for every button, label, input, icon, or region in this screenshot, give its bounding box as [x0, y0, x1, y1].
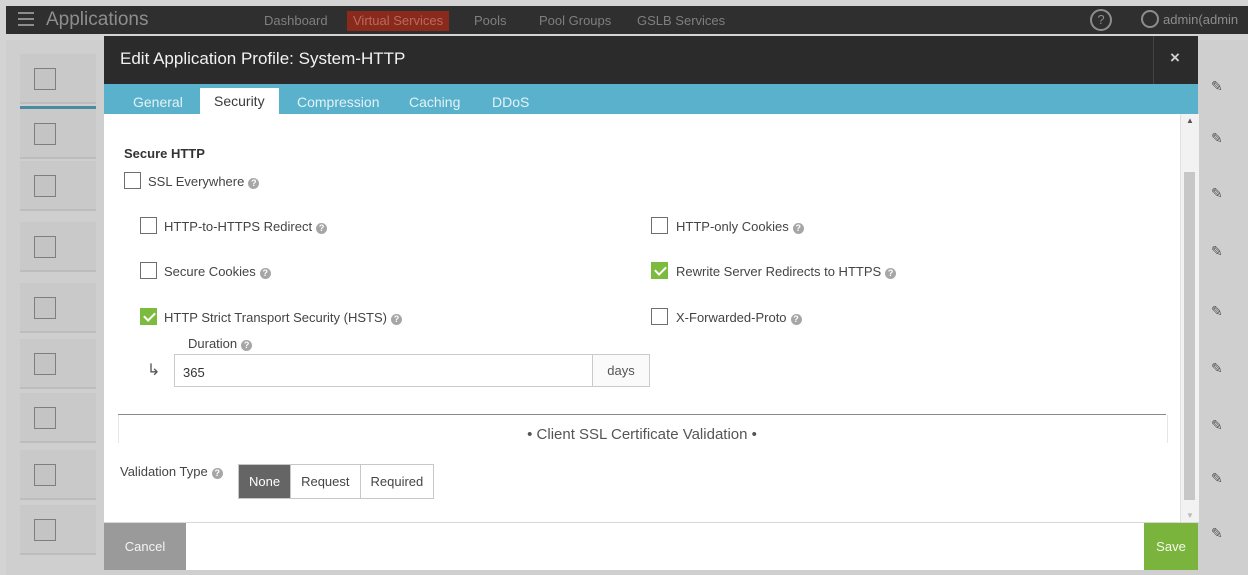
cancel-button[interactable]: Cancel — [104, 523, 186, 570]
hsts-checkbox[interactable] — [140, 308, 157, 325]
row-checkbox[interactable] — [34, 123, 56, 145]
rewrite-server-redirects-label: Rewrite Server Redirects to HTTPS? — [676, 264, 897, 279]
duration-input[interactable]: 365 — [174, 354, 650, 387]
list-row — [20, 450, 96, 500]
http-to-https-redirect-label: HTTP-to-HTTPS Redirect? — [164, 219, 328, 234]
edit-pencil-icon[interactable]: ✎ — [1211, 78, 1223, 94]
tab-general[interactable]: General — [133, 94, 183, 110]
user-avatar-icon[interactable] — [1141, 10, 1159, 28]
help-icon[interactable]: ? — [792, 223, 804, 234]
row-checkbox[interactable] — [34, 236, 56, 258]
http-only-cookies-label: HTTP-only Cookies? — [676, 219, 804, 234]
validation-type-label: Validation Type? — [120, 464, 223, 479]
help-icon[interactable]: ? — [390, 314, 402, 325]
modal-header: Edit Application Profile: System-HTTP × — [104, 36, 1198, 84]
top-navigation-bar: Applications Dashboard Virtual Services … — [6, 6, 1248, 34]
content-scrollbar[interactable]: ▲ ▼ — [1180, 114, 1199, 522]
tab-security[interactable]: Security — [200, 88, 279, 114]
edit-pencil-icon[interactable]: ✎ — [1211, 525, 1223, 541]
rewrite-server-redirects-checkbox[interactable] — [651, 262, 668, 279]
close-button[interactable]: × — [1153, 36, 1198, 84]
row-checkbox[interactable] — [34, 464, 56, 486]
hsts-label: HTTP Strict Transport Security (HSTS)? — [164, 310, 402, 325]
row-checkbox[interactable] — [34, 175, 56, 197]
row-checkbox[interactable] — [34, 297, 56, 319]
nav-dashboard[interactable]: Dashboard — [264, 13, 328, 28]
row-checkbox[interactable] — [34, 353, 56, 375]
save-button[interactable]: Save — [1144, 523, 1198, 570]
edit-pencil-icon[interactable]: ✎ — [1211, 303, 1223, 319]
duration-label: Duration? — [188, 336, 253, 351]
list-row — [20, 283, 96, 333]
ssl-everywhere-label: SSL Everywhere? — [148, 174, 260, 189]
edit-pencil-icon[interactable]: ✎ — [1211, 185, 1223, 201]
http-only-cookies-checkbox[interactable] — [651, 217, 668, 234]
hamburger-menu-icon[interactable] — [18, 12, 34, 28]
user-name[interactable]: admin(admin — [1163, 12, 1238, 27]
x-forwarded-proto-label: X-Forwarded-Proto? — [676, 310, 802, 325]
secure-http-heading: Secure HTTP — [124, 146, 205, 161]
help-icon[interactable]: ? — [1090, 9, 1112, 31]
list-row — [20, 505, 96, 555]
tab-ddos[interactable]: DDoS — [492, 94, 529, 110]
modal-title: Edit Application Profile: System-HTTP — [120, 49, 406, 68]
help-icon[interactable]: ? — [211, 468, 223, 479]
help-icon[interactable]: ? — [248, 178, 260, 189]
edit-pencil-icon[interactable]: ✎ — [1211, 360, 1223, 376]
scroll-down-arrow-icon[interactable]: ▼ — [1186, 511, 1194, 520]
help-icon[interactable]: ? — [316, 223, 328, 234]
help-icon[interactable]: ? — [790, 314, 802, 325]
tab-bar: General Security Compression Caching DDo… — [104, 84, 1198, 114]
modal-footer: Cancel Save — [104, 522, 1198, 570]
list-row — [20, 222, 96, 272]
list-row — [20, 106, 96, 159]
row-checkbox[interactable] — [34, 68, 56, 90]
list-row — [20, 54, 96, 104]
ssl-everywhere-checkbox[interactable] — [124, 172, 141, 189]
tab-caching[interactable]: Caching — [409, 94, 460, 110]
list-row — [20, 339, 96, 389]
app-title: Applications — [46, 9, 149, 30]
help-icon[interactable]: ? — [241, 340, 253, 351]
validation-request-button[interactable]: Request — [291, 465, 361, 498]
edit-pencil-icon[interactable]: ✎ — [1211, 470, 1223, 486]
help-icon[interactable]: ? — [885, 268, 897, 279]
modal-content: Secure HTTP SSL Everywhere? HTTP-to-HTTP… — [104, 114, 1180, 522]
close-icon: × — [1170, 48, 1180, 67]
sub-option-arrow-icon: ↳ — [147, 362, 161, 379]
edit-application-profile-modal: Edit Application Profile: System-HTTP × … — [104, 36, 1199, 570]
nav-pools[interactable]: Pools — [474, 13, 507, 28]
x-forwarded-proto-checkbox[interactable] — [651, 308, 668, 325]
client-ssl-section-title: • Client SSL Certificate Validation • — [527, 426, 757, 443]
validation-required-button[interactable]: Required — [360, 465, 434, 498]
row-checkbox[interactable] — [34, 519, 56, 541]
list-row — [20, 161, 96, 211]
duration-unit: days — [592, 354, 650, 387]
nav-pool-groups[interactable]: Pool Groups — [539, 13, 611, 28]
http-to-https-redirect-checkbox[interactable] — [140, 217, 157, 234]
secure-cookies-label: Secure Cookies? — [164, 264, 271, 279]
list-row — [20, 393, 96, 443]
scroll-up-arrow-icon[interactable]: ▲ — [1186, 116, 1194, 125]
row-checkbox[interactable] — [34, 407, 56, 429]
validation-none-button[interactable]: None — [239, 465, 292, 498]
help-icon[interactable]: ? — [259, 268, 271, 279]
validation-type-toggle: None Request Required — [238, 464, 435, 499]
edit-pencil-icon[interactable]: ✎ — [1211, 243, 1223, 259]
edit-pencil-icon[interactable]: ✎ — [1211, 417, 1223, 433]
nav-virtual-services[interactable]: Virtual Services — [347, 11, 450, 31]
secure-cookies-checkbox[interactable] — [140, 262, 157, 279]
nav-gslb-services[interactable]: GSLB Services — [637, 13, 725, 28]
scroll-thumb[interactable] — [1184, 172, 1195, 500]
tab-compression[interactable]: Compression — [297, 94, 379, 110]
edit-pencil-icon[interactable]: ✎ — [1211, 130, 1223, 146]
